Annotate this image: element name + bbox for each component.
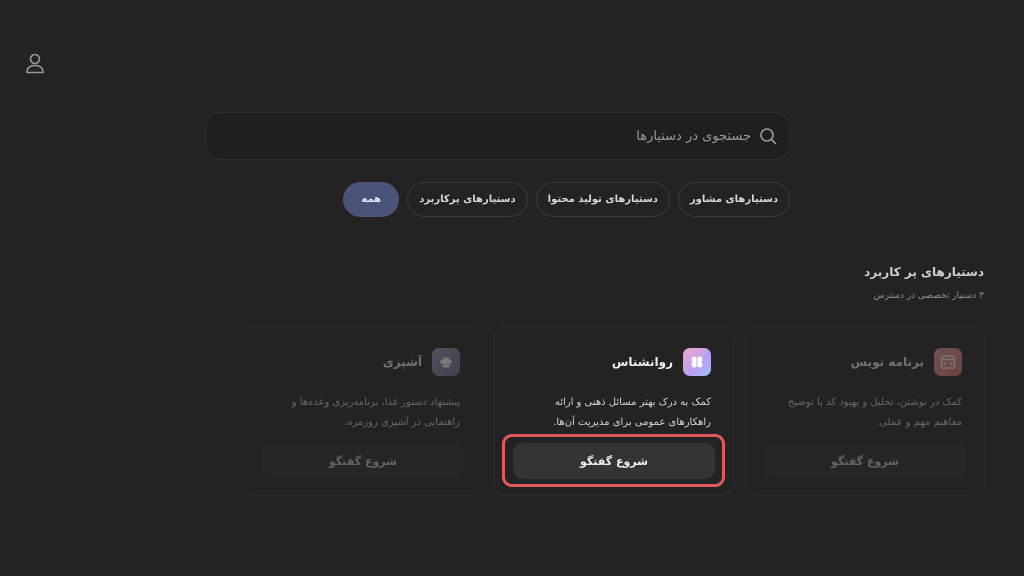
filter-chips: همه دستیارهای پرکاربرد دستیارهای تولید م…: [343, 182, 790, 217]
start-chat-button[interactable]: شروع گفتگو: [262, 443, 464, 479]
brain-icon: [683, 348, 711, 376]
search-bar: [205, 112, 790, 160]
start-chat-button[interactable]: شروع گفتگو: [764, 443, 966, 479]
card-description: پیشنهاد دستور غذا، برنامه‌ریزی وعده‌ها و…: [291, 397, 460, 428]
card-description: کمک در نوشتن، تحلیل و بهبود کد با توضیح …: [787, 397, 962, 428]
card-title: روانشناس: [611, 355, 673, 369]
search-input[interactable]: [206, 128, 751, 144]
user-icon: [26, 53, 44, 74]
assistant-card-psychologist[interactable]: روانشناس کمک به درک بهتر مسائل ذهنی و ار…: [494, 326, 734, 496]
search-icon[interactable]: [757, 125, 779, 147]
filter-chip-content[interactable]: دستیارهای تولید محتوا: [535, 182, 670, 217]
section-title: دستیارهای پر کاربرد: [864, 265, 984, 279]
section-subtitle: ۳ دستیار تخصصی در دسترس: [873, 291, 984, 301]
card-title: برنامه نویس: [850, 355, 924, 369]
card-description: کمک به درک بهتر مسائل ذهنی و ارائه راهکا…: [553, 397, 711, 428]
assistant-card-programmer[interactable]: برنامه نویس کمک در نوشتن، تحلیل و بهبود …: [745, 326, 985, 496]
assistant-card-cooking[interactable]: آشپزی پیشنهاد دستور غذا، برنامه‌ریزی وعد…: [243, 326, 483, 496]
chef-hat-icon: [432, 348, 460, 376]
profile-button[interactable]: [22, 50, 48, 76]
card-title: آشپزی: [382, 355, 422, 369]
filter-chip-popular[interactable]: دستیارهای پرکاربرد: [407, 182, 528, 217]
code-window-icon: [934, 348, 962, 376]
filter-chip-all[interactable]: همه: [343, 182, 400, 217]
filter-chip-advisors[interactable]: دستیارهای مشاور: [677, 182, 790, 217]
start-chat-button[interactable]: شروع گفتگو: [513, 443, 715, 479]
